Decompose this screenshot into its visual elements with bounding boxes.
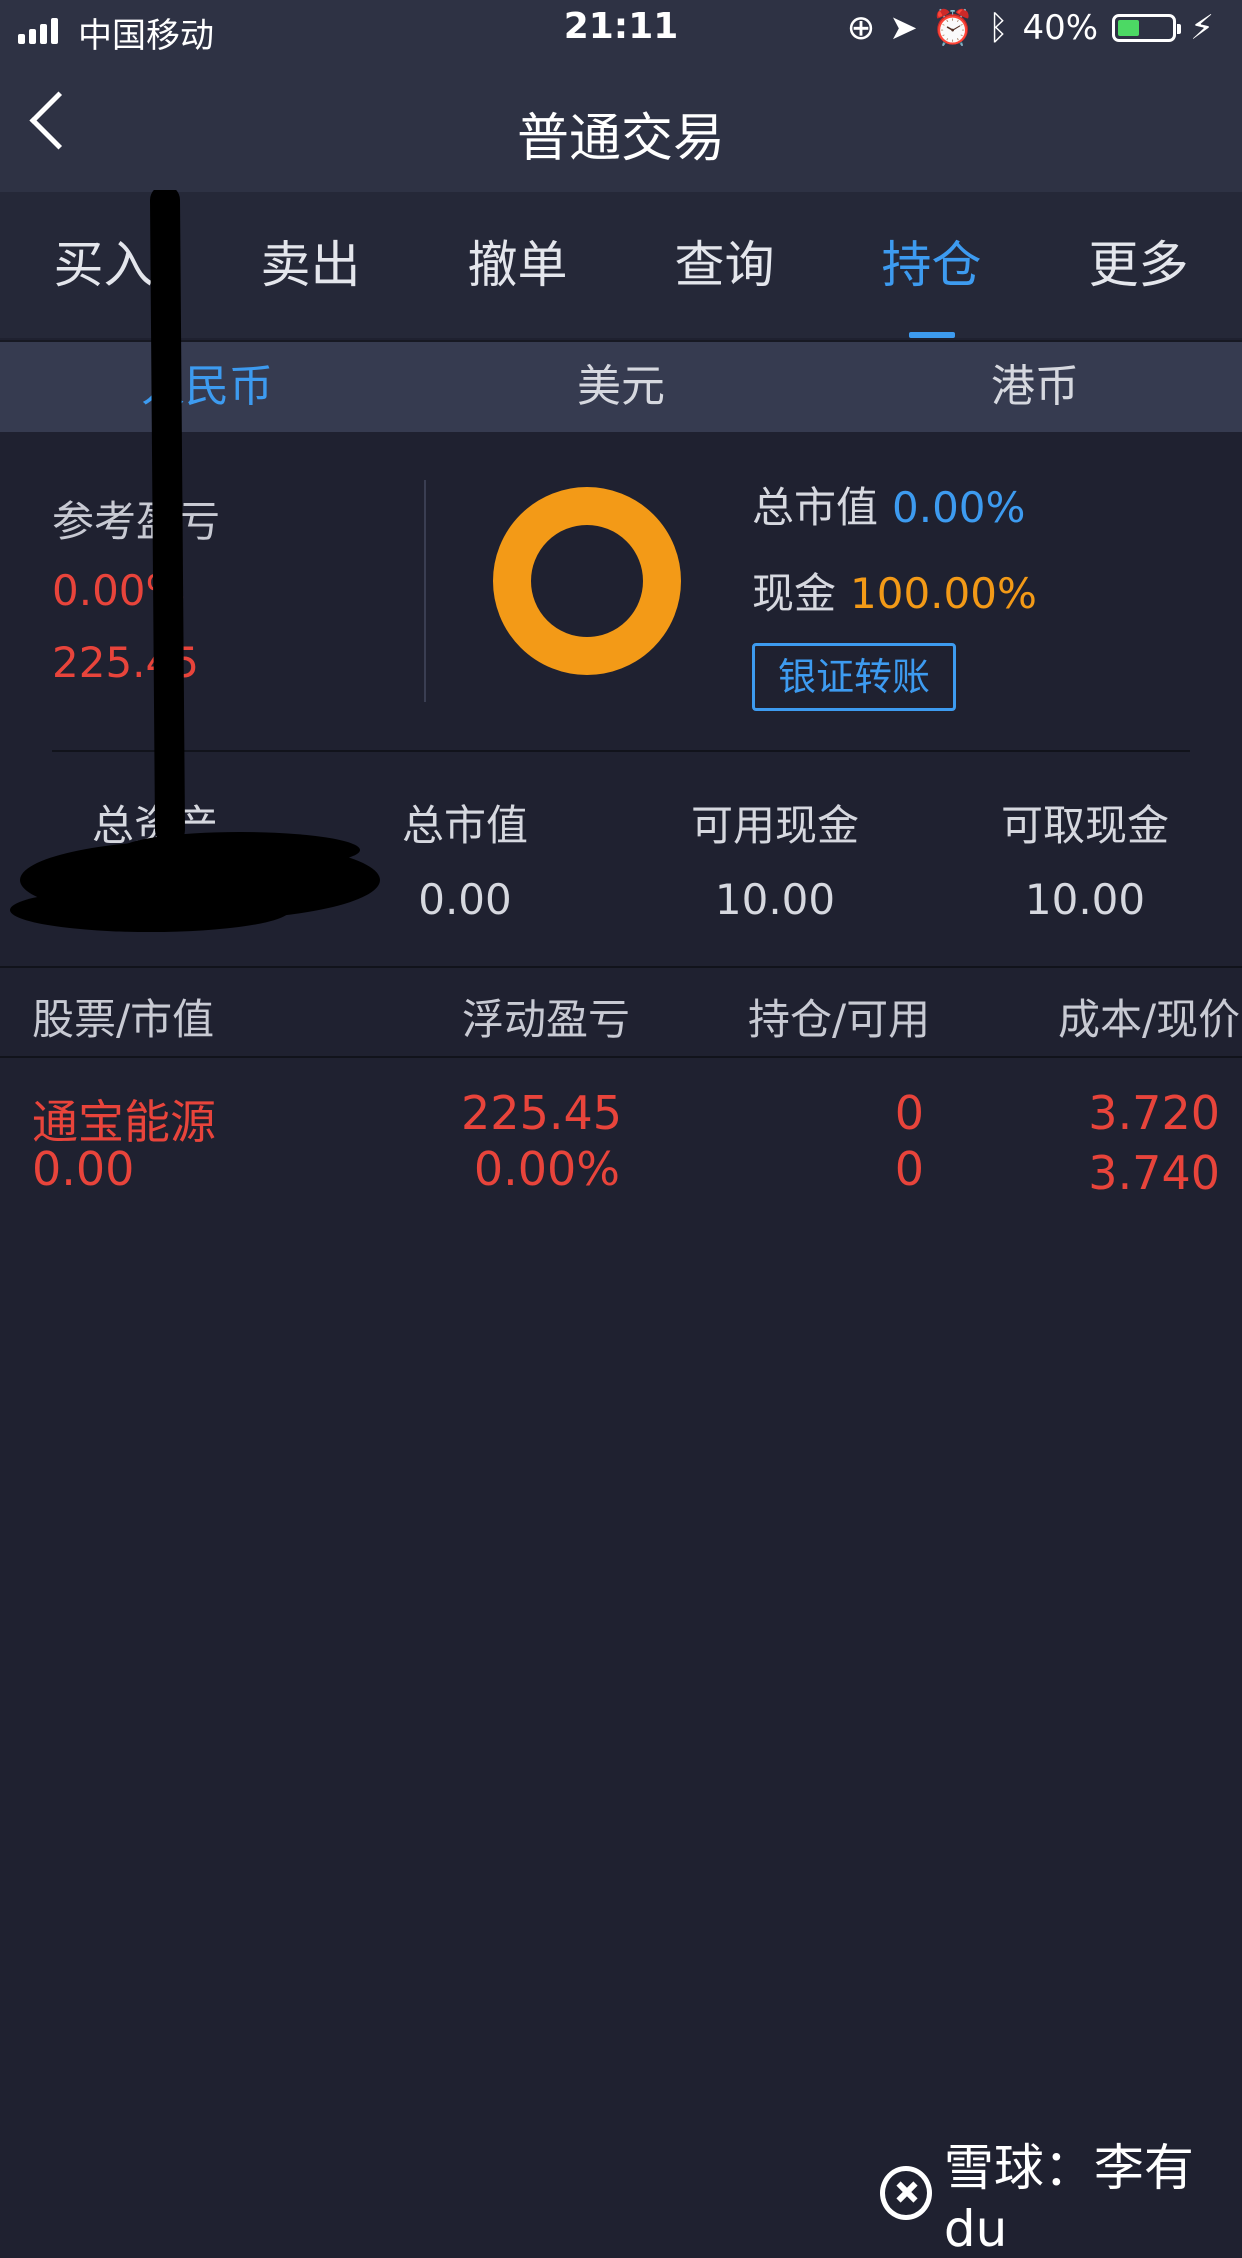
available-qty: 0	[894, 1142, 924, 1196]
col-cost-price: 成本/现价	[1058, 995, 1241, 1044]
holdings-header: 股票/市值 浮动盈亏 持仓/可用 成本/现价	[0, 968, 1242, 1056]
xueqiu-logo-icon	[880, 2166, 932, 2220]
lock-rotation-icon: ⊕	[846, 8, 876, 48]
tab-cancel[interactable]: 撤单	[414, 192, 621, 338]
currency-hkd[interactable]: 港币	[828, 342, 1242, 432]
bluetooth-icon: ᛒ	[988, 8, 1009, 48]
stat-available-cash: 可用现金 10.00	[620, 792, 930, 924]
float-pl-pct: 0.00%	[473, 1142, 620, 1196]
stat-value: 10.00	[714, 875, 836, 924]
legend-market-value: 总市值 0.00%	[752, 474, 1025, 535]
stat-value: 10.00	[1024, 875, 1146, 924]
stat-withdrawable-cash: 可取现金 10.00	[930, 792, 1240, 924]
legend-cash-label: 现金	[752, 569, 837, 618]
divider	[424, 480, 426, 702]
alarm-icon: ⏰	[931, 8, 975, 48]
col-position: 持仓/可用	[748, 995, 931, 1044]
watermark-text: 雪球：李有du	[943, 2139, 1194, 2258]
status-icons: ⊕ ➤ ⏰ ᛒ 40% ⚡	[847, 8, 1214, 48]
stat-title: 可取现金	[1000, 801, 1169, 850]
table-row[interactable]: 通宝能源 0.00 225.45 0.00% 0 0 3.720 3.740	[0, 1058, 1242, 1208]
allocation-donut	[493, 487, 681, 675]
col-float-pl: 浮动盈亏	[462, 995, 631, 1044]
watermark: 雪球：李有du	[880, 2128, 1242, 2258]
position-qty: 0	[894, 1086, 924, 1140]
stat-title: 可用现金	[690, 801, 859, 850]
stock-market-value: 0.00	[32, 1142, 135, 1196]
redaction-scribble	[10, 190, 380, 932]
bank-transfer-button[interactable]: 银证转账	[752, 643, 956, 711]
page-title: 普通交易	[516, 109, 725, 169]
cost-price: 3.720	[1088, 1086, 1220, 1140]
col-stock: 股票/市值	[32, 995, 215, 1044]
tab-query[interactable]: 查询	[621, 192, 828, 338]
donut-cash-slice	[493, 487, 681, 675]
tab-more[interactable]: 更多	[1035, 192, 1242, 338]
legend-cash: 现金 100.00%	[752, 560, 1037, 621]
current-price: 3.740	[1088, 1146, 1220, 1200]
location-icon: ➤	[889, 8, 918, 48]
tab-positions[interactable]: 持仓	[828, 192, 1035, 338]
battery-percent: 40%	[1022, 8, 1099, 48]
currency-usd[interactable]: 美元	[414, 342, 828, 432]
legend-market-pct: 0.00%	[892, 483, 1026, 532]
legend-market-label: 总市值	[752, 483, 879, 532]
charging-icon: ⚡	[1190, 8, 1214, 48]
legend-cash-pct: 100.00%	[850, 569, 1037, 618]
battery-icon	[1112, 14, 1182, 42]
float-pl: 225.45	[461, 1086, 622, 1140]
